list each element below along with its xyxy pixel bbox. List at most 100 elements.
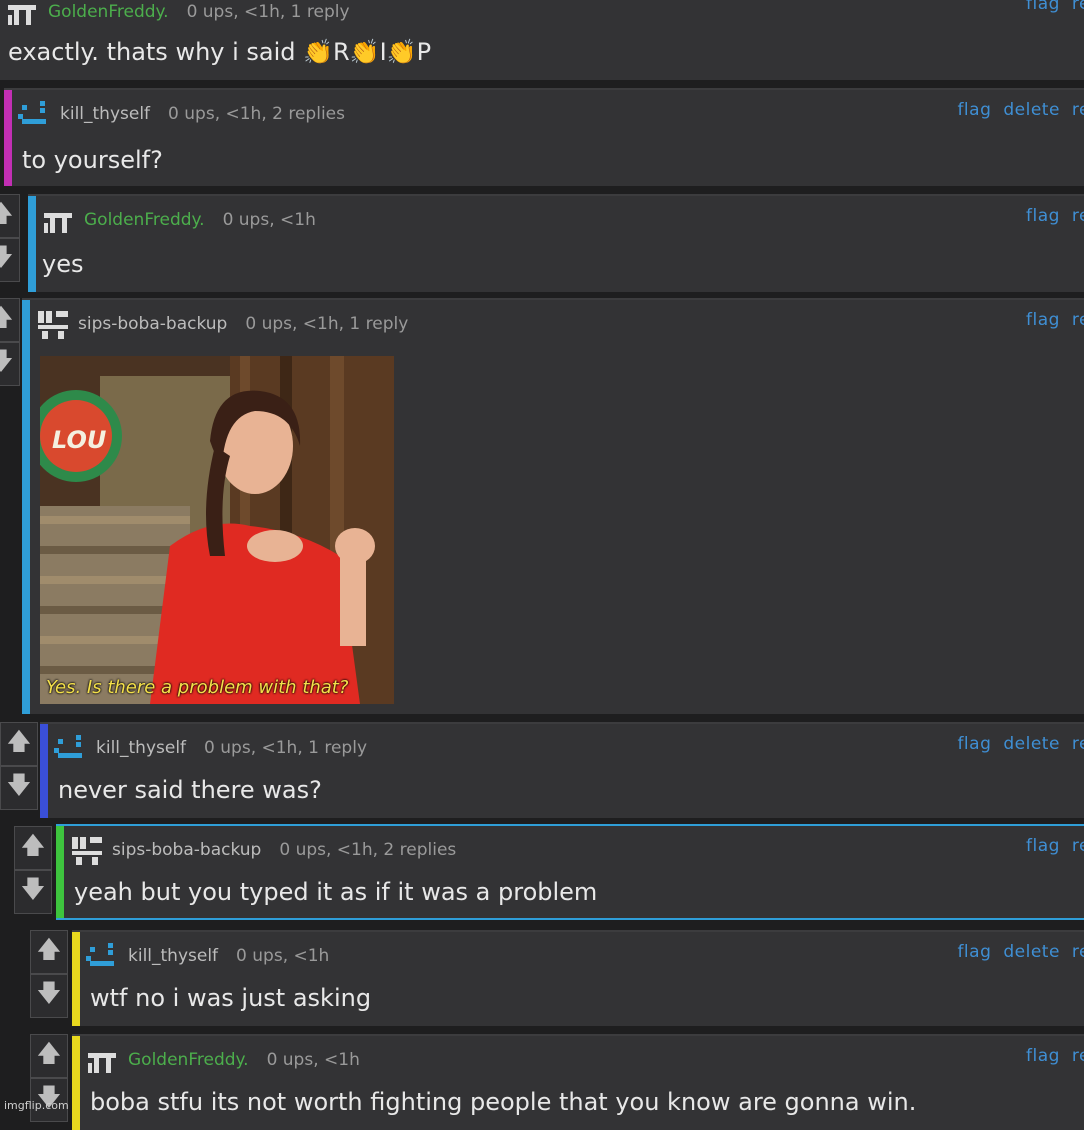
upvote-button[interactable]: 🡅: [30, 1034, 68, 1078]
avatar[interactable]: [36, 309, 70, 339]
avatar[interactable]: [86, 1045, 120, 1075]
reply-link[interactable]: re: [1072, 100, 1084, 120]
downvote-button[interactable]: 🡇: [0, 342, 20, 386]
gif-scene: LOU: [40, 356, 394, 704]
upvote-button[interactable]: 🡅: [14, 826, 52, 870]
vote-controls: 🡅 🡇: [0, 298, 20, 386]
username[interactable]: GoldenFreddy.: [128, 1050, 249, 1070]
avatar[interactable]: [86, 941, 120, 971]
comment: GoldenFreddy. 0 ups, <1h, 1 reply flag r e…: [0, 0, 1084, 80]
gif-image[interactable]: LOU Yes. Is there a problem with that?: [40, 356, 394, 704]
reply-link[interactable]: re: [1072, 206, 1084, 226]
comment-meta: 0 ups, <1h: [266, 1050, 360, 1070]
downvote-button[interactable]: 🡇: [14, 870, 52, 914]
upvote-button[interactable]: 🡅: [30, 930, 68, 974]
username[interactable]: sips-boba-backup: [112, 840, 261, 860]
avatar-icon: [18, 101, 46, 124]
username[interactable]: GoldenFreddy.: [84, 210, 205, 230]
comment-actions: flag delete re: [945, 100, 1084, 120]
flag-link[interactable]: flag: [957, 100, 991, 120]
reply-link[interactable]: re: [1072, 310, 1084, 330]
down-arrow-icon: 🡇: [0, 346, 14, 375]
comment-text: to yourself?: [22, 146, 163, 174]
comment-header: GoldenFreddy. 0 ups, <1h, 1 reply: [6, 0, 350, 30]
delete-link[interactable]: delete: [1003, 942, 1060, 962]
delete-link[interactable]: delete: [1003, 100, 1060, 120]
upvote-button[interactable]: 🡅: [0, 722, 38, 766]
avatar[interactable]: [54, 733, 88, 763]
flag-link[interactable]: flag: [1026, 310, 1060, 330]
comment-text: yeah but you typed it as if it was a pro…: [74, 878, 598, 906]
flag-link[interactable]: flag: [1026, 206, 1060, 226]
avatar[interactable]: [6, 0, 40, 27]
username[interactable]: kill_thyself: [60, 104, 150, 124]
comment-actions: flagre: [1014, 836, 1084, 856]
avatar-icon: [86, 943, 114, 966]
comment-header: kill_thyself 0 ups, <1h, 2 replies: [18, 96, 345, 132]
flag-link[interactable]: flag: [1026, 1046, 1060, 1066]
avatar-icon: [88, 1053, 116, 1073]
text-part: I: [379, 38, 387, 66]
comment-text: never said there was?: [58, 776, 322, 804]
comment-text: yes: [42, 250, 84, 278]
comment-meta: 0 ups, <1h, 2 replies: [168, 104, 345, 124]
thread-bar: [22, 300, 30, 714]
username[interactable]: kill_thyself: [96, 738, 186, 758]
flag-link[interactable]: flag: [957, 734, 991, 754]
downvote-button[interactable]: 🡇: [0, 766, 38, 810]
upvote-button[interactable]: 🡅: [0, 194, 20, 238]
thread-bar: [56, 826, 64, 918]
username[interactable]: sips-boba-backup: [78, 314, 227, 334]
comment-header: GoldenFreddy. 0 ups, <1h: [42, 202, 316, 238]
comment: kill_thyself 0 ups, <1h, 2 replies flag d…: [4, 88, 1084, 186]
comment-header: sips-boba-backup 0 ups, <1h, 2 replies: [70, 832, 456, 868]
comment-header: GoldenFreddy. 0 ups, <1h: [86, 1042, 360, 1078]
flag-link[interactable]: flag: [957, 942, 991, 962]
flag-link[interactable]: flag: [1026, 0, 1060, 14]
upvote-button[interactable]: 🡅: [0, 298, 20, 342]
avatar-icon: [38, 311, 68, 339]
delete-link[interactable]: delete: [1003, 734, 1060, 754]
avatar[interactable]: [70, 835, 104, 865]
down-arrow-icon: 🡇: [20, 874, 46, 903]
clap-emoji: 👏: [386, 38, 417, 66]
reply-link[interactable]: re: [1072, 0, 1084, 14]
clap-emoji: 👏: [303, 38, 334, 66]
gif-caption: Yes. Is there a problem with that?: [46, 677, 349, 698]
comment-meta: 0 ups, <1h, 2 replies: [279, 840, 457, 860]
downvote-button[interactable]: 🡇: [30, 974, 68, 1018]
comment-actions: flagre: [1014, 310, 1084, 330]
comment-actions: flag delete re: [945, 734, 1084, 754]
username[interactable]: kill_thyself: [128, 946, 218, 966]
comment-header: sips-boba-backup 0 ups, <1h, 1 reply: [36, 306, 408, 342]
up-arrow-icon: 🡅: [0, 198, 14, 227]
comment: sips-boba-backup 0 ups, <1h, 1 reply fla…: [22, 298, 1084, 714]
reply-link[interactable]: re: [1072, 942, 1084, 962]
up-arrow-icon: 🡅: [0, 302, 14, 331]
comment-actions: flagre: [1014, 0, 1084, 14]
up-arrow-icon: 🡅: [36, 1038, 62, 1067]
comment-meta: 0 ups, <1h, 1 reply: [204, 738, 368, 758]
flag-link[interactable]: flag: [1026, 836, 1060, 856]
avatar[interactable]: [18, 99, 52, 129]
thread-bar: [72, 932, 80, 1026]
comment-text: exactly. thats why i said 👏R👏I👏P: [8, 38, 431, 66]
avatar-icon: [44, 213, 72, 233]
up-arrow-icon: 🡅: [6, 726, 32, 755]
comment: GoldenFreddy. 0 ups, <1h flagre yes: [28, 194, 1084, 292]
comment: sips-boba-backup 0 ups, <1h, 2 replies f…: [56, 824, 1084, 920]
avatar[interactable]: [42, 205, 76, 235]
text-part: exactly. thats why i said: [8, 38, 304, 66]
down-arrow-icon: 🡇: [36, 978, 62, 1007]
down-arrow-icon: 🡇: [6, 770, 32, 799]
comment-text: boba stfu its not worth fighting people …: [90, 1088, 917, 1116]
text-part: R: [333, 38, 350, 66]
up-arrow-icon: 🡅: [20, 830, 46, 859]
downvote-button[interactable]: 🡇: [0, 238, 20, 282]
reply-link[interactable]: re: [1072, 836, 1084, 856]
reply-link[interactable]: re: [1072, 1046, 1084, 1066]
thread-bar: [28, 196, 36, 292]
comment: kill_thyself 0 ups, <1h, 1 reply flag del…: [40, 722, 1084, 818]
reply-link[interactable]: re: [1072, 734, 1084, 754]
username[interactable]: GoldenFreddy.: [48, 2, 169, 22]
